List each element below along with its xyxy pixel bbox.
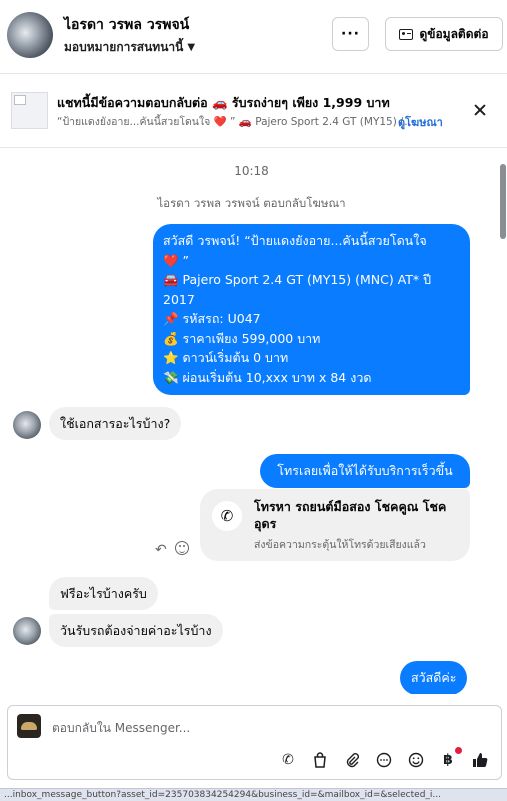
call-add-icon[interactable]: ✆: [278, 750, 298, 770]
message-line: ⭐ ดาวน์เริ่มต้น 0 บาท: [163, 350, 289, 365]
outgoing-message-bubble[interactable]: สวัสดี วรพจน์! “ป้ายแดงยังอาย...คันนี้สว…: [153, 224, 470, 395]
thread-scrollbar[interactable]: [500, 164, 506, 239]
reply-icon[interactable]: ↶: [155, 542, 167, 558]
call-card-subtitle: ส่งข้อความกระตุ้นให้โทรด้วยเสียงแล้ว: [254, 539, 426, 551]
outgoing-message-bubble[interactable]: สวัสดีค่ะ: [400, 661, 468, 694]
page-avatar: [17, 714, 41, 738]
conversation-header: ไอรดา วรพล วรพจน์ มอบหมายการสนทนานี้ ▼ ·…: [0, 0, 507, 74]
react-emoji-icon[interactable]: [175, 541, 189, 555]
phone-icon: ✆: [212, 501, 242, 531]
more-options-label: ···: [341, 26, 360, 42]
view-contact-info-label: ดูข้อมูลติดต่อ: [419, 26, 489, 41]
thumbs-up-icon[interactable]: [470, 750, 490, 770]
contact-name[interactable]: ไอรดา วรพล วรพจน์: [64, 14, 189, 36]
message-line: สวัสดี วรพจน์! “ป้ายแดงยังอาย...คันนี้สว…: [163, 233, 427, 248]
message-line: 📌 รหัสรถ: U047: [163, 311, 261, 326]
message-line: ❤️ ”: [163, 252, 190, 268]
emoji-icon[interactable]: [406, 750, 426, 770]
ad-thumbnail[interactable]: [11, 92, 48, 129]
ad-reply-banner: แชทนี้มีข้อความตอบกลับต่อ 🚗 รับรถง่ายๆ เ…: [0, 75, 507, 148]
close-icon[interactable]: [472, 102, 488, 118]
contact-avatar-small[interactable]: [13, 411, 41, 439]
message-composer: ✆ ฿: [7, 705, 502, 780]
view-contact-info-button[interactable]: ดูข้อมูลติดต่อ: [385, 17, 503, 51]
incoming-message-bubble[interactable]: วันรับรถต้องจ่ายค่าอะไรบ้าง: [49, 614, 223, 647]
contact-avatar[interactable]: [7, 12, 53, 58]
contact-card-icon: [399, 28, 414, 40]
paperclip-icon[interactable]: [342, 750, 362, 770]
reply-input[interactable]: [52, 718, 472, 738]
view-ad-link[interactable]: ดูโฆษณา: [398, 113, 443, 131]
timestamp: 10:18: [234, 164, 269, 178]
outgoing-message-bubble[interactable]: โทรเลยเพื่อให้ได้รับบริการเร็วขึ้น: [260, 454, 470, 488]
contact-avatar-small[interactable]: [13, 617, 41, 645]
currency-icon[interactable]: ฿: [438, 750, 458, 770]
message-line: 💸 ผ่อนเริ่มต้น 10,xxx บาท x 84 งวด: [163, 369, 372, 385]
incoming-message-bubble[interactable]: ฟรีอะไรบ้างครับ: [49, 577, 158, 610]
message-thread[interactable]: 10:18 ไอรดา วรพล วรพจน์ ตอบกลับโฆษณา สวั…: [0, 149, 507, 694]
system-message: ไอรดา วรพล วรพจน์ ตอบกลับโฆษณา: [157, 196, 346, 210]
message-line: 🚘 Pajero Sport 2.4 GT (MY15) (MNC) AT* ป…: [163, 272, 432, 287]
call-card-title: โทรหา รถยนต์มือสอง โชคคูณ โชค อุดร: [254, 499, 447, 531]
assign-conversation-dropdown[interactable]: มอบหมายการสนทนานี้ ▼: [64, 38, 195, 57]
notification-dot: [455, 747, 462, 754]
message-line: 💰 ราคาเพียง 599,000 บาท: [163, 330, 321, 346]
caret-down-icon: ▼: [187, 42, 196, 53]
shopping-bag-icon[interactable]: [310, 750, 330, 770]
more-options-button[interactable]: ···: [332, 17, 369, 51]
ad-banner-title: แชทนี้มีข้อความตอบกลับต่อ 🚗 รับรถง่ายๆ เ…: [57, 95, 390, 110]
browser-status-bar: ...inbox_message_button?asset_id=2357038…: [0, 788, 507, 801]
chat-bubble-icon[interactable]: [374, 750, 394, 770]
incoming-message-bubble[interactable]: ใช้เอกสารอะไรบ้าง?: [49, 407, 182, 440]
ad-banner-subtitle: “ป้ายแดงยังอาย...คันนี้สวยโดนใจ ❤️ ” 🚗 P…: [57, 116, 415, 128]
assign-conversation-label: มอบหมายการสนทนานี้: [64, 40, 184, 54]
message-line: 2017: [163, 291, 195, 307]
call-request-card[interactable]: ✆ โทรหา รถยนต์มือสอง โชคคูณ โชค อุดร ส่ง…: [200, 489, 470, 561]
